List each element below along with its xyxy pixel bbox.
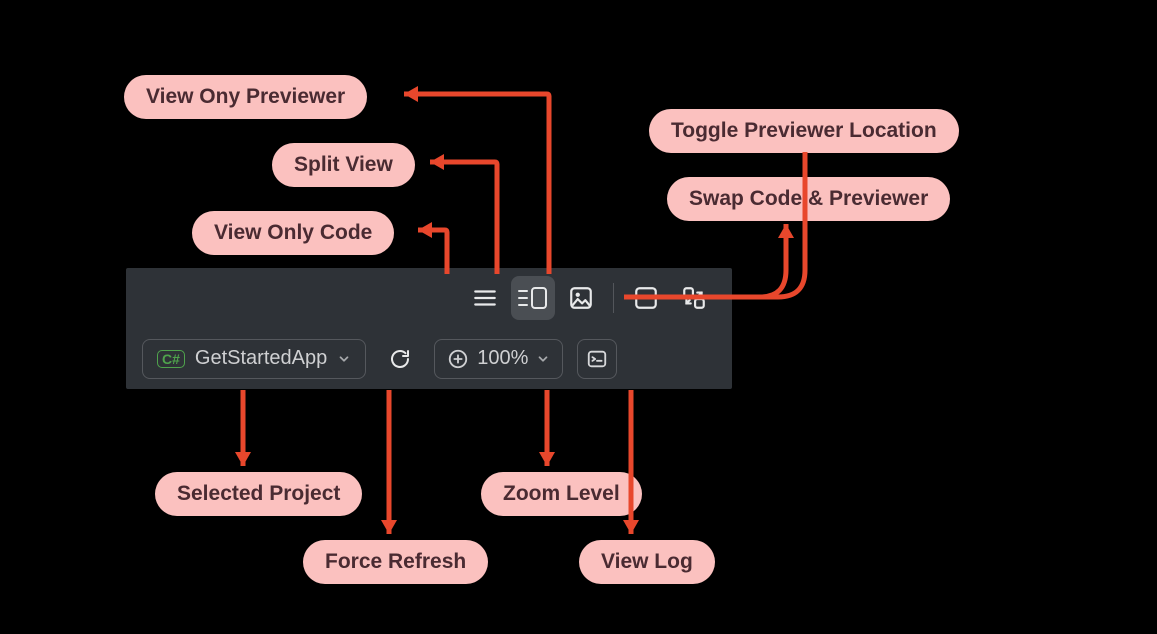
project-name: GetStartedApp <box>195 347 327 370</box>
project-selector[interactable]: C# GetStartedApp <box>142 339 366 379</box>
view-only-previewer-button[interactable] <box>559 276 603 320</box>
plus-circle-icon <box>447 348 469 370</box>
label-split-view: Split View <box>272 143 415 187</box>
toggle-previewer-location-button[interactable] <box>624 276 668 320</box>
chevron-down-icon <box>536 352 550 366</box>
view-log-button[interactable] <box>577 339 617 379</box>
label-view-log: View Log <box>579 540 715 584</box>
label-zoom-level: Zoom Level <box>481 472 642 516</box>
label-view-only-code: View Only Code <box>192 211 394 255</box>
csharp-badge-icon: C# <box>157 350 185 368</box>
label-toggle-previewer-location: Toggle Previewer Location <box>649 109 959 153</box>
separator <box>613 283 614 313</box>
label-view-only-previewer: View Ony Previewer <box>124 75 367 119</box>
force-refresh-button[interactable] <box>380 339 420 379</box>
view-only-code-button[interactable] <box>463 276 507 320</box>
swap-code-previewer-button[interactable] <box>672 276 716 320</box>
label-swap-code-previewer: Swap Code & Previewer <box>667 177 950 221</box>
chevron-down-icon <box>337 352 351 366</box>
top-row <box>126 268 732 328</box>
previewer-toolbar: C# GetStartedApp 100% <box>126 268 732 389</box>
label-force-refresh: Force Refresh <box>303 540 488 584</box>
split-view-button[interactable] <box>511 276 555 320</box>
zoom-selector[interactable]: 100% <box>434 339 563 379</box>
bottom-row: C# GetStartedApp 100% <box>126 328 732 389</box>
zoom-value: 100% <box>477 347 528 370</box>
label-selected-project: Selected Project <box>155 472 362 516</box>
